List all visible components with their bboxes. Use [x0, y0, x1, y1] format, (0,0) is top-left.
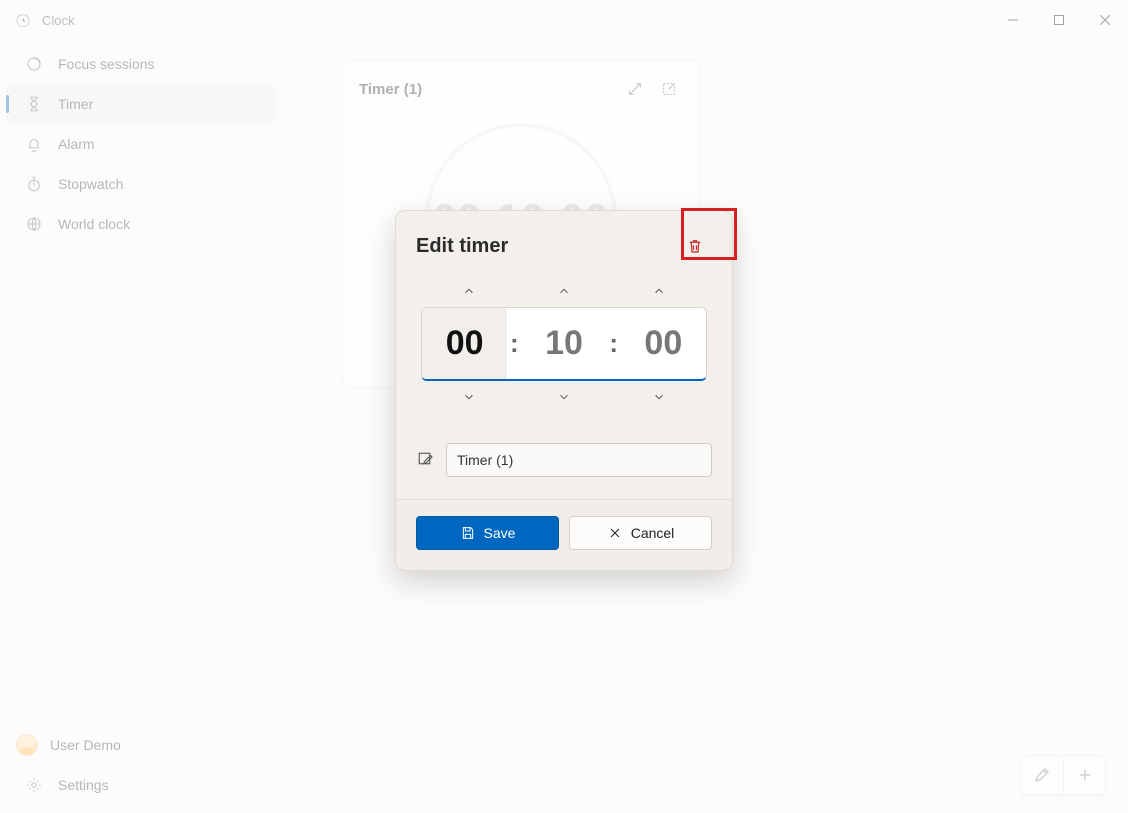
edit-name-icon — [416, 450, 436, 470]
cancel-button-label: Cancel — [631, 525, 675, 541]
hours-field[interactable]: 00 — [422, 308, 507, 379]
timer-name-input[interactable] — [446, 443, 712, 477]
cancel-button[interactable]: Cancel — [569, 516, 712, 550]
time-picker: 00 : 10 : 00 — [421, 307, 707, 381]
seconds-up-button[interactable] — [629, 279, 689, 303]
minutes-field[interactable]: 10 — [521, 308, 606, 379]
save-button-label: Save — [484, 525, 516, 541]
hours-up-button[interactable] — [439, 279, 499, 303]
minutes-up-button[interactable] — [534, 279, 594, 303]
edit-timer-dialog: Edit timer 00 : 10 : 00 — [395, 210, 733, 571]
hours-down-button[interactable] — [439, 385, 499, 409]
dialog-title: Edit timer — [416, 235, 508, 258]
seconds-down-button[interactable] — [629, 385, 689, 409]
save-button[interactable]: Save — [416, 516, 559, 550]
tutorial-highlight-box — [681, 208, 737, 260]
minutes-down-button[interactable] — [534, 385, 594, 409]
seconds-field[interactable]: 00 — [621, 308, 706, 379]
